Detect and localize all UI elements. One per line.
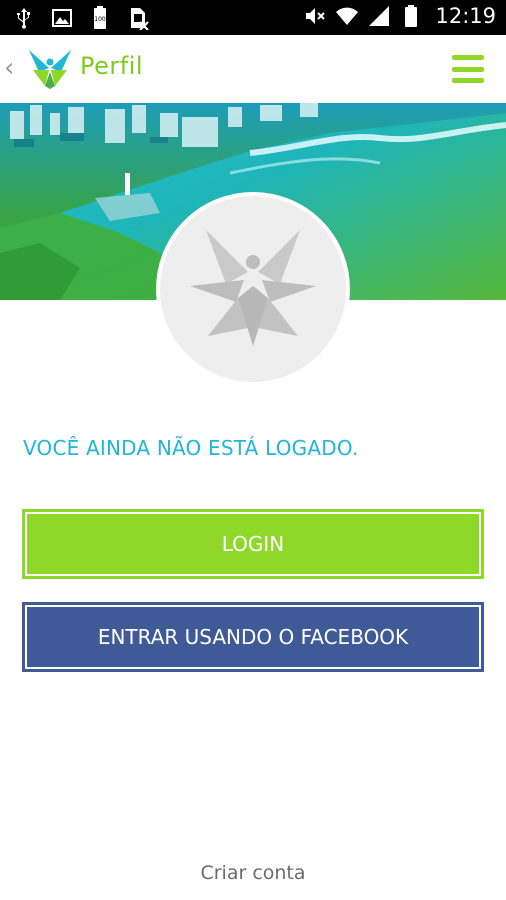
svg-text:100: 100 (94, 16, 106, 23)
hamburger-icon[interactable] (452, 55, 484, 83)
image-icon (50, 6, 74, 30)
create-account-link[interactable]: Criar conta (0, 862, 506, 884)
battery-icon (399, 4, 423, 28)
status-time: 12:19 (435, 4, 496, 28)
login-button[interactable]: LOGIN (22, 509, 484, 579)
login-button-label: LOGIN (221, 532, 285, 556)
battery-100-icon: 100 (88, 6, 112, 30)
not-logged-notice: VOCÊ AINDA NÃO ESTÁ LOGADO. (23, 436, 359, 460)
facebook-button-label: ENTRAR USANDO O FACEBOOK (97, 625, 409, 649)
signal-icon (367, 4, 391, 28)
butterfly-placeholder-icon (190, 230, 316, 346)
usb-icon (12, 6, 36, 30)
status-bar: 100 12:19 (0, 0, 506, 35)
profile-avatar (156, 192, 350, 386)
facebook-login-button[interactable]: ENTRAR USANDO O FACEBOOK (22, 602, 484, 672)
chevron-left-icon[interactable]: ‹ (4, 53, 20, 83)
wifi-icon (335, 4, 359, 28)
app-bar: ‹ Perfil (0, 35, 506, 103)
app-logo[interactable] (27, 48, 73, 90)
mute-icon (303, 4, 327, 28)
page-title: Perfil (80, 52, 144, 80)
sim-blocked-icon (126, 6, 150, 30)
